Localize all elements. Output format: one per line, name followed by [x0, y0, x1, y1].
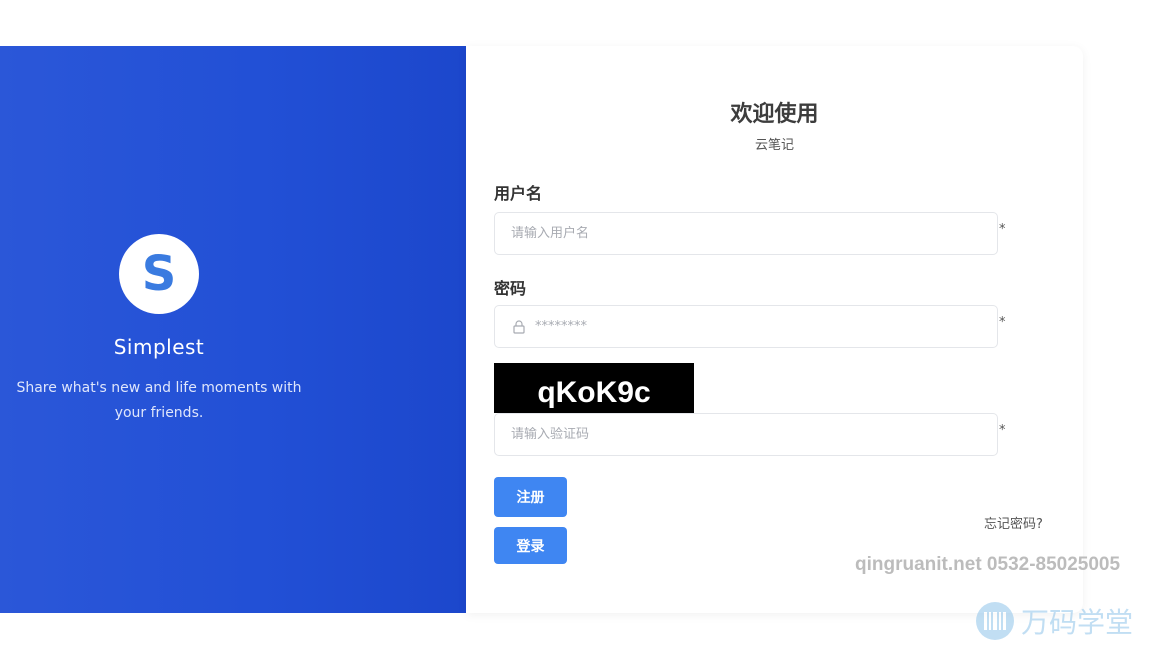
brand-panel: S Simplest Share what's new and life mom…: [0, 46, 466, 613]
captcha-field[interactable]: [494, 413, 998, 456]
password-label: 密码: [494, 279, 527, 298]
username-input[interactable]: [511, 226, 997, 241]
watermark-text: qingruanit.net 0532-85025005: [855, 554, 1121, 575]
lock-icon: [513, 319, 525, 334]
login-button[interactable]: 登录: [494, 527, 567, 564]
brand-logo-letter: S: [141, 246, 177, 302]
forgot-password-link[interactable]: 忘记密码?: [984, 513, 1043, 532]
brand-tagline: Share what's new and life moments with y…: [16, 380, 302, 421]
username-field[interactable]: [494, 212, 998, 255]
brand-logo: S: [119, 234, 199, 314]
page-subtitle: 云笔记: [754, 138, 794, 153]
login-page: S Simplest Share what's new and life mom…: [0, 0, 1175, 661]
username-label: 用户名: [494, 184, 543, 203]
password-input[interactable]: [535, 319, 997, 334]
captcha-required-mark: *: [999, 423, 1006, 438]
password-field[interactable]: [494, 305, 998, 348]
watermark-logo: 万码学堂: [975, 598, 1155, 644]
brand-name: Simplest: [113, 335, 205, 359]
captcha-input[interactable]: [511, 427, 997, 442]
page-title: 欢迎使用: [730, 102, 819, 127]
password-required-mark: *: [999, 315, 1006, 330]
username-required-mark: *: [999, 222, 1006, 237]
barcode-icon: [976, 602, 1014, 640]
register-button[interactable]: 注册: [494, 477, 567, 517]
captcha-image[interactable]: qKoK9c: [494, 363, 694, 413]
login-card: 欢迎使用 云笔记 用户名 * 密码 * qKoK9c * 注册 登录 忘记密码?…: [466, 46, 1120, 613]
watermark-logo-text: 万码学堂: [1021, 606, 1134, 639]
